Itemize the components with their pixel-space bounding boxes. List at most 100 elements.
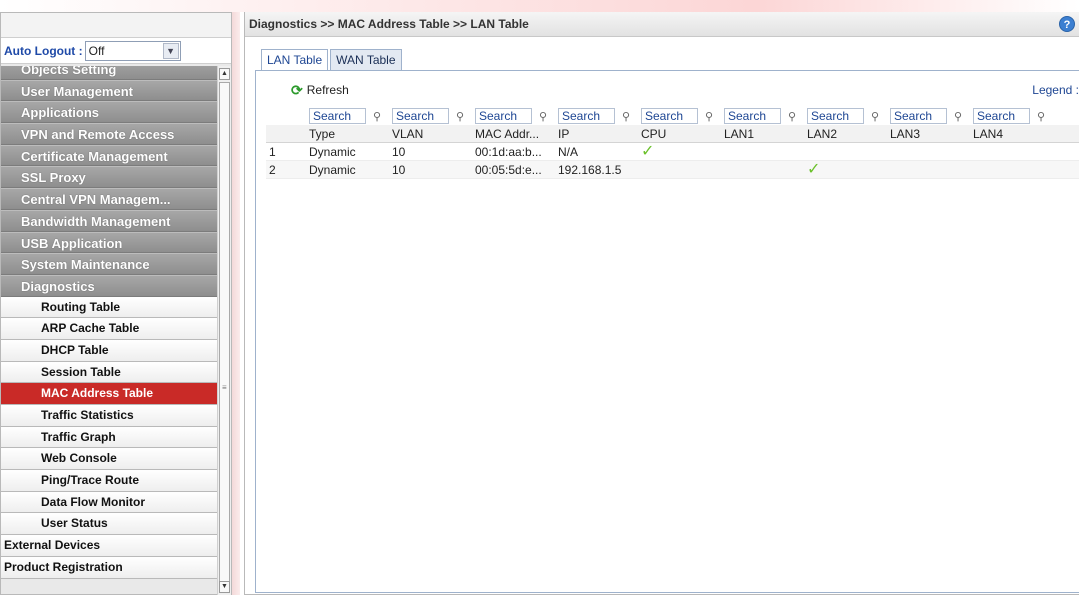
filter-icon[interactable]: ⚲ (864, 110, 886, 123)
filter-icon[interactable]: ⚲ (698, 110, 720, 123)
search-input-lan1[interactable]: Search (724, 108, 781, 124)
sidebar-item-external-devices[interactable]: External Devices (1, 535, 217, 557)
sidebar-item-user-status[interactable]: User Status (1, 513, 217, 536)
sidebar-item-arp-cache-table[interactable]: ARP Cache Table (1, 318, 217, 340)
column-header-ip[interactable]: IP (556, 127, 639, 141)
tab-lan-table[interactable]: LAN Table (261, 49, 329, 72)
checkmark-icon: ✓ (807, 161, 821, 178)
search-row: Search ⚲ Search ⚲ Search ⚲ Search ⚲ Search ⚲ Searc… (266, 107, 1079, 125)
checkmark-icon: ✓ (641, 143, 655, 160)
column-header-lan2[interactable]: LAN2 (805, 127, 888, 141)
sidebar-item-mac-address-table[interactable]: MAC Address Table (1, 383, 217, 405)
sidebar-item-data-flow-monitor[interactable]: Data Flow Monitor (1, 491, 217, 514)
filter-icon[interactable]: ⚲ (1030, 110, 1052, 123)
filter-icon[interactable]: ⚲ (449, 110, 471, 123)
filter-icon[interactable]: ⚲ (615, 110, 637, 123)
cell-ip: 192.168.1.5 (558, 162, 622, 177)
cell-cpu: ✓ (639, 144, 722, 160)
search-input-mac-addr[interactable]: Search (475, 108, 532, 124)
search-input-lan3[interactable]: Search (890, 108, 947, 124)
refresh-button[interactable]: ⟳ Refresh (291, 82, 349, 99)
sidebar-item-traffic-graph[interactable]: Traffic Graph (1, 426, 217, 449)
auto-logout-label: Auto Logout : (4, 43, 83, 58)
filter-icon[interactable]: ⚲ (532, 110, 554, 123)
tab-wan-table[interactable]: WAN Table (330, 49, 402, 71)
search-box: Search ⚲ (973, 108, 1053, 124)
sidebar-category-usb-application[interactable]: USB Application (1, 231, 217, 254)
auto-logout-select[interactable]: Off ▼ (84, 40, 181, 61)
help-icon[interactable]: ? (1059, 16, 1075, 32)
sidebar-scrollbar[interactable]: ▲ ≡ ▼ (217, 66, 231, 595)
sidebar-item-routing-table[interactable]: Routing Table (1, 296, 217, 319)
search-cell: Search ⚲ (805, 108, 888, 124)
column-header-lan1[interactable]: LAN1 (722, 127, 805, 141)
column-header-vlan[interactable]: VLAN (390, 127, 473, 141)
sidebar-item-web-console[interactable]: Web Console (1, 448, 217, 471)
filter-icon[interactable]: ⚲ (947, 110, 969, 123)
filter-icon[interactable]: ⚲ (366, 110, 388, 123)
search-box: Search ⚲ (890, 108, 971, 124)
search-box: Search ⚲ (807, 108, 888, 124)
scroll-down-icon[interactable]: ▼ (219, 581, 230, 593)
title-bar: Diagnostics >> MAC Address Table >> LAN … (245, 12, 1079, 37)
chevron-down-icon[interactable]: ▼ (162, 42, 179, 59)
search-input-type[interactable]: Search (309, 108, 366, 124)
sidebar-category-applications[interactable]: Applications (1, 101, 217, 124)
search-input-lan4[interactable]: Search (973, 108, 1030, 124)
search-box: Search ⚲ (392, 108, 473, 124)
search-cell: Search ⚲ (307, 108, 390, 124)
column-header-cpu[interactable]: CPU (639, 127, 722, 141)
column-header-type[interactable]: Type (307, 127, 390, 141)
search-input-lan2[interactable]: Search (807, 108, 864, 124)
cell-mac-addr: 00:1d:aa:b... (475, 144, 542, 159)
sidebar-item-session-table[interactable]: Session Table (1, 361, 217, 384)
column-header-lan3[interactable]: LAN3 (888, 127, 971, 141)
auto-logout-row: Auto Logout : Off ▼ (1, 38, 231, 64)
search-input-vlan[interactable]: Search (392, 108, 449, 124)
sidebar-header (1, 13, 231, 38)
search-box: Search ⚲ (475, 108, 556, 124)
sidebar-category-objects-setting[interactable]: Objects Setting (1, 66, 217, 80)
search-box: Search ⚲ (558, 108, 639, 124)
sidebar-category-user-management[interactable]: User Management (1, 79, 217, 102)
mac-address-table: Search ⚲ Search ⚲ Search ⚲ Search ⚲ Search ⚲ Searc… (266, 107, 1079, 179)
sidebar-category-ssl-proxy[interactable]: SSL Proxy (1, 166, 217, 189)
search-cell: Search ⚲ (722, 108, 805, 124)
sidebar-item-product-registration[interactable]: Product Registration (1, 556, 217, 579)
sidebar-category-diagnostics[interactable]: Diagnostics (1, 274, 217, 297)
scroll-up-icon[interactable]: ▲ (219, 68, 230, 80)
table-header-row: Type VLAN MAC Addr... IP CPU LAN1 LAN2 LAN3 LAN4 (266, 125, 1079, 143)
search-input-ip[interactable]: Search (558, 108, 615, 124)
sidebar-divider (232, 12, 240, 595)
sidebar-category-vpn-and-remote-access[interactable]: VPN and Remote Access (1, 123, 217, 145)
sidebar-category-system-maintenance[interactable]: System Maintenance (1, 253, 217, 275)
lan-table-panel: ⟳ Refresh Legend : Search ⚲ Search ⚲ Search ⚲… (255, 70, 1079, 593)
table-row[interactable]: 2 Dynamic 10 00:05:5d:e... 192.168.1.5 ✓ (266, 161, 1079, 179)
tab-bar: LAN Table WAN Table (261, 49, 404, 72)
search-cell: Search ⚲ (971, 108, 1053, 124)
sidebar-category-bandwidth-management[interactable]: Bandwidth Management (1, 209, 217, 232)
grip-icon: ≡ (222, 383, 227, 392)
refresh-icon: ⟳ (291, 81, 303, 98)
filter-icon[interactable]: ⚲ (781, 110, 803, 123)
search-cell: Search ⚲ (888, 108, 971, 124)
search-cell: Search ⚲ (473, 108, 556, 124)
search-box: Search ⚲ (724, 108, 805, 124)
column-header-mac-addr[interactable]: MAC Addr... (473, 127, 556, 141)
sidebar-menu-viewport: Objects Setting User Management Applicatio… (1, 66, 231, 595)
sidebar-item-dhcp-table[interactable]: DHCP Table (1, 339, 217, 362)
table-row[interactable]: 1 Dynamic 10 00:1d:aa:b... N/A ✓ (266, 143, 1079, 161)
scrollbar-thumb[interactable]: ≡ (219, 82, 230, 582)
row-number: 2 (269, 162, 276, 177)
cell-lan2: ✓ (805, 162, 888, 178)
search-cell: Search ⚲ (390, 108, 473, 124)
column-header-lan4[interactable]: LAN4 (971, 127, 1053, 141)
cell-ip: N/A (558, 144, 579, 159)
sidebar-category-central-vpn-managem[interactable]: Central VPN Managem... (1, 188, 217, 210)
sidebar-item-ping-trace-route[interactable]: Ping/Trace Route (1, 470, 217, 492)
legend-link[interactable]: Legend : (1032, 83, 1079, 97)
cell-type: Dynamic (309, 162, 356, 177)
sidebar-category-certificate-management[interactable]: Certificate Management (1, 144, 217, 167)
sidebar-item-traffic-statistics[interactable]: Traffic Statistics (1, 405, 217, 427)
search-input-cpu[interactable]: Search (641, 108, 698, 124)
